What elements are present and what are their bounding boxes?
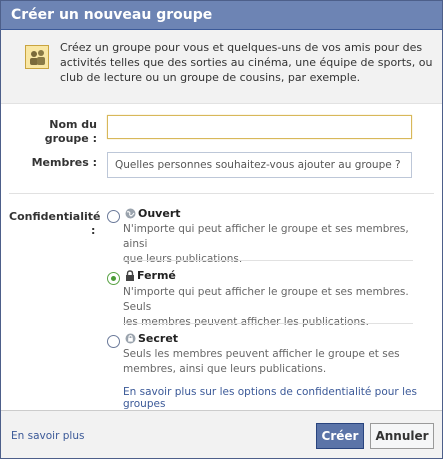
privacy-option-secret[interactable]: Secret — [125, 332, 178, 348]
lock-circle-icon — [125, 333, 136, 348]
privacy-option-secret-title: Secret — [138, 332, 179, 345]
divider — [123, 323, 413, 324]
dialog-footer: En savoir plus Créer Annuler — [1, 410, 442, 458]
intro-panel: Créez un groupe pour vous et quelques-un… — [1, 30, 442, 104]
members-label: Membres : — [31, 156, 97, 169]
privacy-option-ouvert-desc-line1: N'importe qui peut afficher le groupe et… — [123, 223, 409, 250]
group-name-label-line2: groupe : — [44, 132, 97, 145]
group-name-input[interactable] — [107, 115, 412, 139]
divider — [9, 193, 434, 194]
members-input[interactable]: Quelles personnes souhaitez-vous ajouter… — [107, 152, 412, 178]
group-name-label-line1: Nom du — [49, 118, 97, 131]
globe-icon — [125, 208, 136, 223]
privacy-option-secret-desc: Seuls les membres peuvent afficher le gr… — [123, 347, 433, 377]
cancel-button[interactable]: Annuler — [370, 423, 434, 449]
dialog-title: Créer un nouveau groupe — [1, 1, 442, 30]
privacy-radio-ferme[interactable] — [107, 272, 120, 285]
privacy-radio-secret[interactable] — [107, 335, 120, 348]
privacy-options-link[interactable]: En savoir plus sur les options de confid… — [123, 386, 442, 410]
divider — [123, 260, 413, 261]
lock-icon — [125, 270, 135, 285]
privacy-option-secret-desc-line1: Seuls les membres peuvent afficher le gr… — [123, 348, 400, 360]
privacy-option-ouvert-title: Ouvert — [138, 207, 181, 220]
group-icon — [25, 45, 49, 69]
group-name-label: Nom du groupe : — [41, 118, 97, 146]
privacy-option-ferme-title: Fermé — [137, 269, 176, 282]
create-group-dialog: Créer un nouveau groupe Créez un groupe … — [0, 0, 443, 459]
create-button[interactable]: Créer — [316, 423, 364, 449]
privacy-label-line1: Confidentialité — [9, 210, 101, 223]
learn-more-link[interactable]: En savoir plus — [11, 430, 84, 442]
privacy-option-ouvert[interactable]: Ouvert — [125, 207, 181, 223]
privacy-option-ferme[interactable]: Fermé — [125, 269, 176, 285]
privacy-radio-ouvert[interactable] — [107, 210, 120, 223]
privacy-label: Confidentialité : — [9, 210, 101, 238]
privacy-option-secret-desc-line2: membres, ainsi que leurs publications. — [123, 363, 327, 375]
intro-text: Créez un groupe pour vous et quelques-un… — [60, 41, 433, 84]
privacy-label-line2: : — [91, 224, 96, 237]
privacy-option-ferme-desc-line1: N'importe qui peut afficher le groupe et… — [123, 286, 409, 313]
